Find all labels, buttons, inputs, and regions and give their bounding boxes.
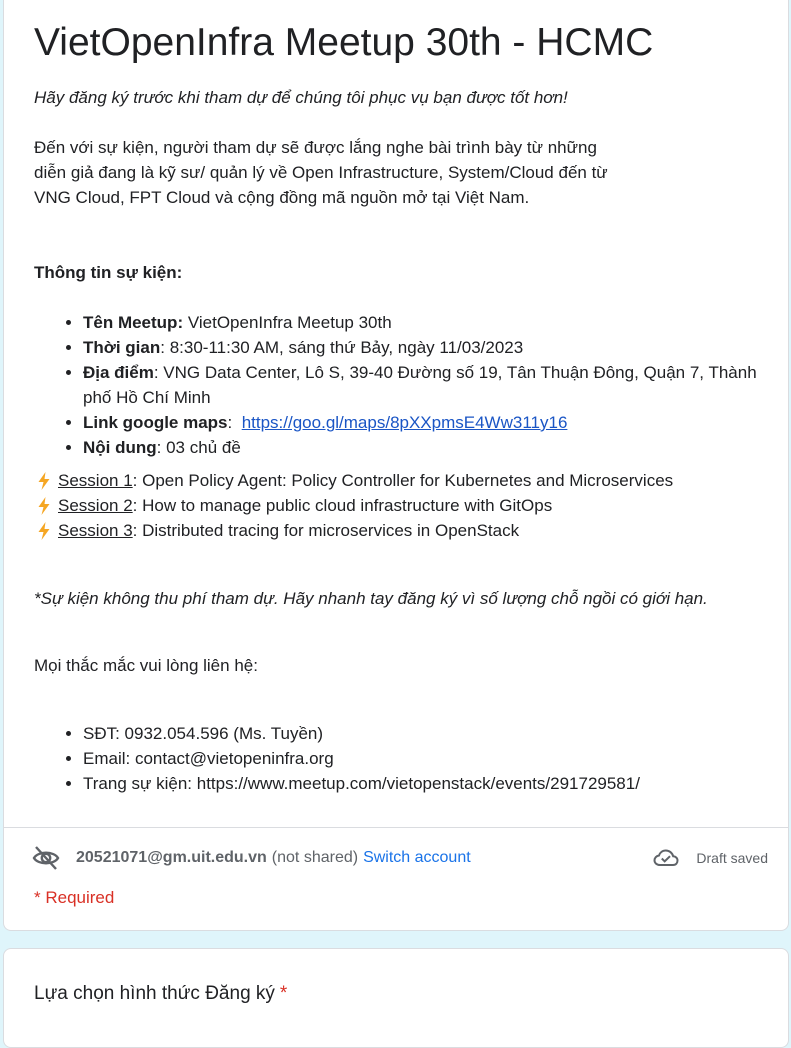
switch-account-link[interactable]: Switch account — [363, 849, 471, 867]
session-text: : Distributed tracing for microservices … — [132, 521, 520, 540]
info-label: Nội dung — [83, 438, 157, 457]
session-label: Session 2 — [58, 496, 133, 515]
question-card[interactable]: Lựa chọn hình thức Đăng ký * — [3, 948, 789, 1048]
contact-heading: Mọi thắc mắc vui lòng liên hệ: — [34, 656, 258, 675]
info-item-content: Nội dung: 03 chủ đề — [83, 435, 774, 460]
contact-email: Email: contact@vietopeninfra.org — [83, 746, 774, 771]
lightning-icon — [38, 521, 50, 540]
session-text: : Open Policy Agent: Policy Controller f… — [132, 471, 674, 490]
intro-line: Đến với sự kiện, người tham dự sẽ được l… — [34, 138, 597, 157]
question-title: Lựa chọn hình thức Đăng ký * — [34, 983, 287, 1005]
info-heading: Thông tin sự kiện: — [34, 263, 183, 282]
info-value: : 8:30-11:30 AM, sáng thứ Bảy, ngày 11/0… — [160, 338, 524, 357]
info-label: Thời gian — [83, 338, 161, 357]
session-item: Session 2: How to manage public cloud in… — [34, 493, 774, 518]
info-value: : VNG Data Center, Lô S, 39-40 Đường số … — [83, 363, 757, 407]
session-item: Session 3: Distributed tracing for micro… — [34, 518, 774, 543]
lightning-icon — [38, 496, 50, 515]
required-note: * Required — [34, 888, 115, 907]
form-description: Hãy đăng ký trước khi tham dự để chúng t… — [34, 85, 774, 796]
info-label: Tên Meetup: — [83, 313, 184, 332]
session-label: Session 3 — [58, 521, 133, 540]
draft-status: Draft saved — [696, 850, 768, 866]
contact-event-page: Trang sự kiện: https://www.meetup.com/vi… — [83, 771, 774, 796]
contact-list: SĐT: 0932.054.596 (Ms. Tuyền) Email: con… — [34, 721, 774, 796]
info-value: : 03 chủ đề — [156, 438, 241, 457]
lightning-icon — [38, 471, 50, 490]
intro-line: VNG Cloud, FPT Cloud và cộng đồng mã ngu… — [34, 188, 530, 207]
contact-phone: SĐT: 0932.054.596 (Ms. Tuyền) — [83, 721, 774, 746]
info-label: Địa điểm — [83, 363, 154, 382]
info-item-maps: Link google maps: https://goo.gl/maps/8p… — [83, 410, 774, 435]
info-label: Link google maps — [83, 413, 228, 432]
info-list: Tên Meetup: VietOpenInfra Meetup 30th Th… — [34, 310, 774, 460]
required-asterisk: * — [279, 983, 288, 1004]
question-title-text: Lựa chọn hình thức Đăng ký — [34, 983, 275, 1004]
eye-off-icon — [32, 846, 60, 870]
form-header-card: VietOpenInfra Meetup 30th - HCMC Hãy đăn… — [3, 0, 789, 931]
session-item: Session 1: Open Policy Agent: Policy Con… — [34, 468, 774, 493]
google-maps-link[interactable]: https://goo.gl/maps/8pXXpmsE4Ww311y16 — [242, 413, 568, 432]
info-value: VietOpenInfra Meetup 30th — [183, 313, 392, 332]
info-value: : — [227, 413, 242, 432]
info-item-name: Tên Meetup: VietOpenInfra Meetup 30th — [83, 310, 774, 335]
free-note: *Sự kiện không thu phí tham dự. Hãy nhan… — [34, 589, 708, 608]
intro-line: diễn giả đang là kỹ sư/ quản lý về Open … — [34, 163, 608, 182]
not-shared-label: (not shared) — [271, 849, 359, 866]
account-email: 20521071@gm.uit.edu.vn — [76, 849, 267, 866]
session-text: : How to manage public cloud infrastruct… — [132, 496, 553, 515]
intro-italic: Hãy đăng ký trước khi tham dự để chúng t… — [34, 88, 568, 107]
info-item-time: Thời gian: 8:30-11:30 AM, sáng thứ Bảy, … — [83, 335, 774, 360]
account-bar: 20521071@gm.uit.edu.vn (not shared) Swit… — [32, 843, 768, 873]
info-item-location: Địa điểm: VNG Data Center, Lô S, 39-40 Đ… — [83, 360, 774, 410]
form-title: VietOpenInfra Meetup 30th - HCMC — [34, 21, 654, 64]
divider — [4, 827, 788, 828]
session-label: Session 1 — [58, 471, 133, 490]
cloud-done-icon — [653, 849, 679, 866]
